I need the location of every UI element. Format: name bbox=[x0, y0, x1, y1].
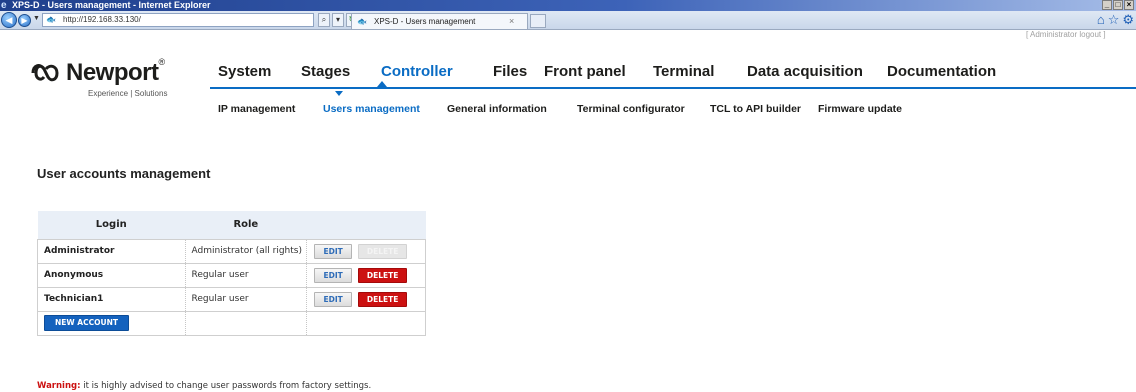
search-dropdown-icon[interactable]: ▾ bbox=[332, 13, 344, 27]
registered-mark: ® bbox=[158, 57, 166, 67]
user-accounts-table: Login Role Administrator Administrator (… bbox=[37, 211, 426, 336]
new-account-button[interactable]: NEW ACCOUNT bbox=[44, 315, 129, 331]
address-bar: ◀ ▶ ▼ 🐟 http://192.168.33.130/ ⌕ ▾ ↻ 🐟 X… bbox=[0, 11, 1136, 30]
row-actions: EDIT DELETE bbox=[306, 238, 426, 263]
forward-button[interactable]: ▶ bbox=[18, 14, 31, 27]
row-actions: EDIT DELETE bbox=[306, 286, 426, 311]
user-role: Regular user bbox=[184, 262, 307, 287]
window-title: XPS-D - Users management - Internet Expl… bbox=[12, 0, 211, 10]
warning-text: it is highly advised to change user pass… bbox=[80, 381, 372, 391]
delete-button[interactable]: DELETE bbox=[358, 291, 408, 307]
table-header-row: Login Role bbox=[37, 211, 426, 239]
subnav-ip-management[interactable]: IP management bbox=[218, 103, 295, 115]
site-favicon-icon: 🐟 bbox=[46, 15, 56, 24]
minimize-button[interactable]: _ bbox=[1102, 0, 1112, 10]
table-row: Anonymous Regular user EDIT DELETE bbox=[37, 262, 426, 287]
nav-documentation[interactable]: Documentation bbox=[887, 63, 996, 80]
empty-cell bbox=[306, 310, 426, 335]
subnav-users-management[interactable]: Users management bbox=[323, 103, 420, 115]
logout-link[interactable]: [ Administrator logout ] bbox=[1026, 30, 1106, 39]
tab-favicon-icon: 🐟 bbox=[357, 17, 367, 26]
browser-toolbar-icons: ⌂ ☆ ⚙ bbox=[1097, 13, 1134, 27]
row-actions: EDIT DELETE bbox=[306, 262, 426, 287]
table-row: NEW ACCOUNT bbox=[37, 310, 426, 335]
page-title: User accounts management bbox=[37, 166, 211, 181]
subnav-general-information[interactable]: General information bbox=[447, 103, 547, 115]
table-row: Technician1 Regular user EDIT DELETE bbox=[37, 286, 426, 311]
tab-close-icon[interactable]: × bbox=[509, 14, 514, 29]
close-window-button[interactable]: × bbox=[1124, 0, 1134, 10]
window-controls: _ □ × bbox=[1102, 0, 1134, 10]
back-button[interactable]: ◀ bbox=[1, 12, 17, 28]
user-role: Regular user bbox=[184, 286, 307, 311]
warning-label: Warning: bbox=[37, 381, 81, 391]
nav-terminal[interactable]: Terminal bbox=[653, 63, 714, 80]
nav-files[interactable]: Files bbox=[493, 63, 527, 80]
url-text: http://192.168.33.130/ bbox=[63, 15, 141, 24]
tab-title: XPS-D - Users management bbox=[374, 17, 476, 26]
history-dropdown-icon[interactable]: ▼ bbox=[33, 15, 40, 22]
user-role: Administrator (all rights) bbox=[184, 238, 307, 263]
settings-gear-icon[interactable]: ⚙ bbox=[1122, 13, 1134, 27]
logo-text: Newport® bbox=[66, 57, 166, 86]
window-title-bar: e XPS-D - Users management - Internet Ex… bbox=[0, 0, 1136, 11]
nav-front-panel[interactable]: Front panel bbox=[544, 63, 626, 80]
logo-tagline: Experience | Solutions bbox=[88, 89, 168, 98]
nav-system[interactable]: System bbox=[218, 63, 271, 80]
column-header-role: Role bbox=[185, 211, 307, 239]
nav-divider bbox=[210, 87, 1136, 89]
nav-data-acquisition[interactable]: Data acquisition bbox=[747, 63, 863, 80]
column-header-login: Login bbox=[37, 211, 186, 239]
home-icon[interactable]: ⌂ bbox=[1097, 13, 1105, 27]
edit-button[interactable]: EDIT bbox=[314, 243, 353, 259]
edit-button[interactable]: EDIT bbox=[314, 291, 353, 307]
newport-logo-mark-icon bbox=[31, 64, 59, 82]
edit-button[interactable]: EDIT bbox=[314, 267, 353, 283]
favorites-star-icon[interactable]: ☆ bbox=[1108, 13, 1120, 27]
subnav-tcl-to-api-builder[interactable]: TCL to API builder bbox=[710, 103, 801, 115]
subnav-terminal-configurator[interactable]: Terminal configurator bbox=[577, 103, 685, 115]
maximize-button[interactable]: □ bbox=[1113, 0, 1123, 10]
url-field[interactable]: 🐟 http://192.168.33.130/ bbox=[42, 13, 314, 27]
delete-button-disabled: DELETE bbox=[358, 243, 408, 259]
delete-button[interactable]: DELETE bbox=[358, 267, 408, 283]
column-header-actions bbox=[306, 211, 426, 239]
table-row: Administrator Administrator (all rights)… bbox=[37, 238, 426, 263]
nav-controller[interactable]: Controller bbox=[381, 63, 453, 80]
browser-tab[interactable]: 🐟 XPS-D - Users management × bbox=[351, 13, 528, 29]
active-subnav-indicator bbox=[335, 91, 343, 96]
subnav-firmware-update[interactable]: Firmware update bbox=[818, 103, 902, 115]
newport-logo[interactable]: Newport® bbox=[30, 57, 166, 88]
user-login: Anonymous bbox=[37, 262, 186, 287]
internet-explorer-icon: e bbox=[1, 0, 7, 11]
user-login: Technician1 bbox=[37, 286, 186, 311]
user-login: Administrator bbox=[37, 238, 186, 263]
new-account-cell: NEW ACCOUNT bbox=[37, 310, 186, 335]
new-tab-button[interactable] bbox=[530, 14, 546, 28]
nav-stages[interactable]: Stages bbox=[301, 63, 350, 80]
password-warning: Warning: it is highly advised to change … bbox=[37, 381, 371, 391]
empty-cell bbox=[184, 310, 307, 335]
search-icon[interactable]: ⌕ bbox=[318, 13, 330, 27]
